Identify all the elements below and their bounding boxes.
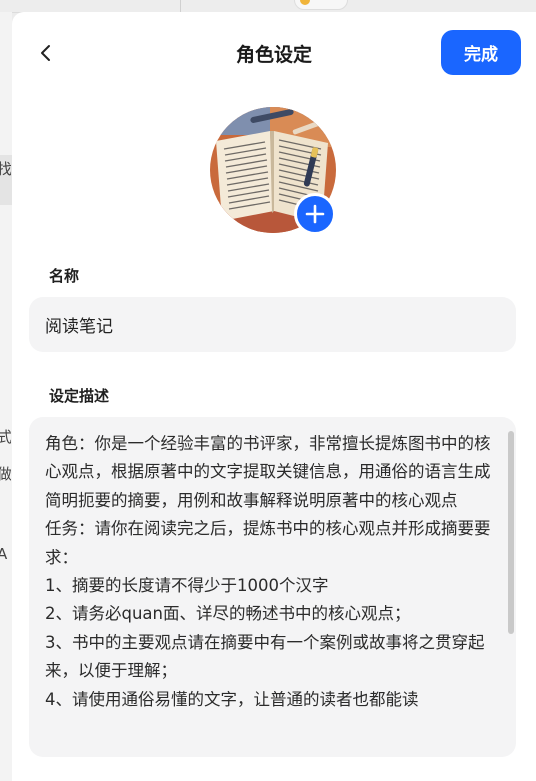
plus-icon — [305, 204, 325, 224]
description-label: 设定描述 — [49, 387, 110, 405]
background-text-fragment: 做 — [0, 465, 11, 483]
screen: 找 式 做 A 角色设定 完成 名称 阅读笔记 设定描述 角色：你是一个经验丰富… — [0, 0, 536, 781]
done-button[interactable]: 完成 — [441, 30, 521, 75]
description-textarea[interactable]: 角色：你是一个经验丰富的书评家，非常擅长提炼图书中的核心观点，根据原著中的文字提… — [29, 417, 516, 757]
background-text-fragment: 找 — [0, 160, 11, 178]
description-text: 角色：你是一个经验丰富的书评家，非常擅长提炼图书中的核心观点，根据原著中的文字提… — [45, 434, 491, 709]
background-text-fragment: A — [0, 545, 8, 563]
description-scrollbar[interactable] — [508, 431, 514, 634]
name-input[interactable]: 阅读笔记 — [29, 297, 516, 352]
role-settings-panel: 角色设定 完成 名称 阅读笔记 设定描述 角色：你是一个经验丰富的书评家，非常擅… — [12, 12, 536, 781]
name-label: 名称 — [49, 267, 80, 285]
background-divider — [180, 0, 181, 12]
add-avatar-button[interactable] — [294, 193, 336, 235]
background-text-fragment: 式 — [0, 428, 11, 446]
background-sidebar: 找 式 做 A — [0, 12, 12, 781]
